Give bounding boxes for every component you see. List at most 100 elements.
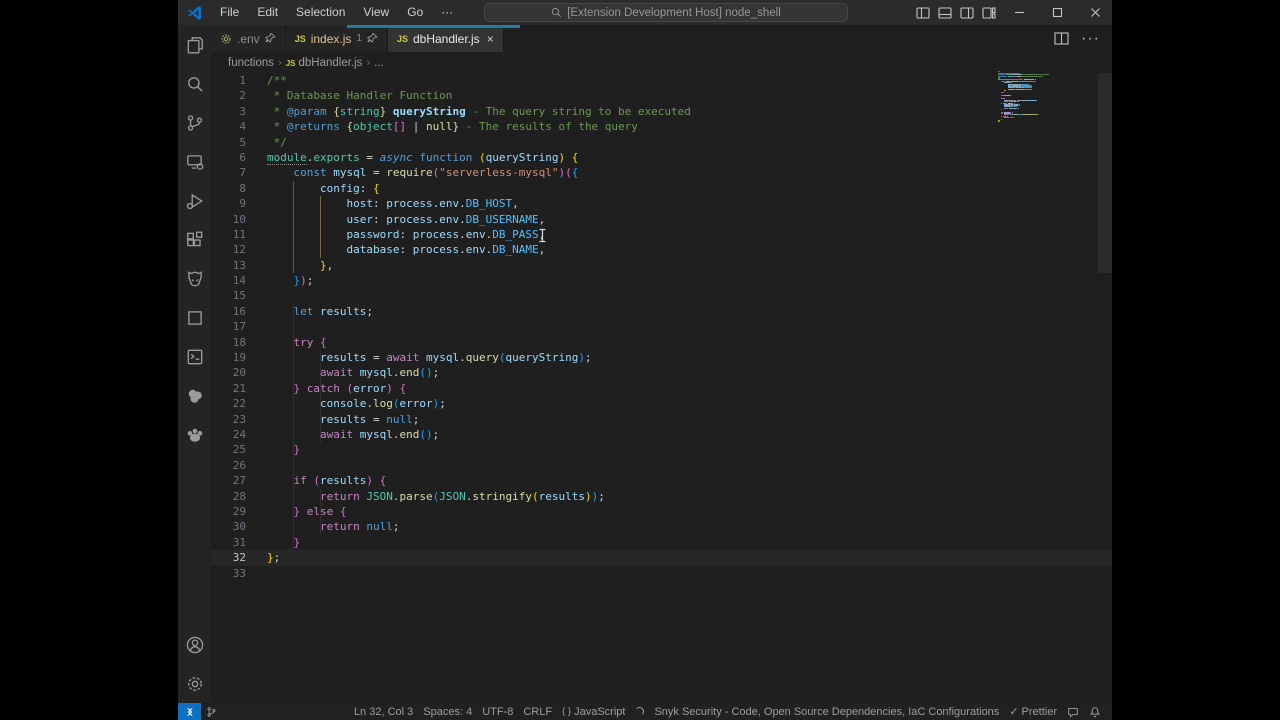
code-line[interactable]: 25 } (211, 442, 1112, 457)
toggle-panel-icon[interactable] (934, 0, 956, 25)
status-notifications[interactable] (1084, 706, 1106, 718)
close-window-button[interactable] (1084, 0, 1106, 25)
sidebar-item-terminal-extension[interactable] (178, 337, 211, 376)
code-line[interactable]: 33 (211, 566, 1112, 581)
menu-item-go[interactable]: Go (398, 0, 432, 25)
code-line[interactable]: 16 let results; (211, 304, 1112, 319)
menu-item-edit[interactable]: Edit (248, 0, 287, 25)
customize-layout-icon[interactable] (978, 0, 1000, 25)
line-number: 19 (211, 350, 246, 365)
status-spinner[interactable] (630, 707, 649, 716)
code-line[interactable]: 5 */ (211, 135, 1112, 150)
code-line[interactable]: 31 } (211, 535, 1112, 550)
line-text: * Database Handler Function (267, 88, 452, 103)
tab-env[interactable]: .env (211, 25, 286, 52)
code-line[interactable]: 14 }); (211, 273, 1112, 288)
minimap[interactable] (998, 71, 1076, 124)
menu-item-[interactable]: ··· (432, 0, 462, 25)
minimize-button[interactable] (1008, 0, 1030, 25)
close-tab-icon[interactable]: × (487, 32, 494, 46)
code-line[interactable]: 18 try { (211, 335, 1112, 350)
sidebar-item-search[interactable] (178, 64, 211, 103)
code-line[interactable]: 30 return null; (211, 519, 1112, 534)
code-editor[interactable]: 1/**2 * Database Handler Function3 * @pa… (211, 73, 1112, 703)
menu-item-selection[interactable]: Selection (287, 0, 354, 25)
sidebar-item-extension-box[interactable] (178, 298, 211, 337)
breadcrumb-item[interactable]: JSdbHandler.js (286, 57, 363, 69)
code-line[interactable]: 12 database: process.env.DB_NAME, (211, 242, 1112, 257)
code-line[interactable]: 2 * Database Handler Function (211, 88, 1112, 103)
code-line[interactable]: 8 config: { (211, 181, 1112, 196)
code-line[interactable]: 21 } catch (error) { (211, 381, 1112, 396)
line-number: 27 (211, 473, 246, 488)
sidebar-item-run-and-debug[interactable] (178, 181, 211, 220)
accounts-button[interactable] (178, 625, 211, 664)
sidebar-item-remote-explorer[interactable] (178, 142, 211, 181)
line-number: 15 (211, 288, 246, 303)
code-line[interactable]: 6module.exports = async function (queryS… (211, 150, 1112, 165)
toggle-secondary-sidebar-icon[interactable] (956, 0, 978, 25)
sidebar-item-extensions[interactable] (178, 220, 211, 259)
code-line[interactable]: 7 const mysql = require("serverless-mysq… (211, 165, 1112, 180)
line-number: 24 (211, 427, 246, 442)
square-icon (185, 308, 205, 328)
code-line[interactable]: 26 (211, 458, 1112, 473)
remote-indicator-button[interactable] (178, 703, 201, 720)
code-line[interactable]: 28 return JSON.parse(JSON.stringify(resu… (211, 489, 1112, 504)
split-editor-icon[interactable] (1054, 32, 1069, 45)
tab-label: dbHandler.js (413, 32, 480, 46)
toggle-primary-sidebar-icon[interactable] (912, 0, 934, 25)
code-line[interactable]: 9 host: process.env.DB_HOST, (211, 196, 1112, 211)
code-line[interactable]: 20 await mysql.end(); (211, 365, 1112, 380)
code-line[interactable]: 10 user: process.env.DB_USERNAME, (211, 212, 1112, 227)
snyk-dog-icon (185, 269, 205, 289)
javascript-file-icon: JS (397, 34, 408, 44)
status-encoding[interactable]: UTF-8 (477, 706, 518, 718)
tab-index-js[interactable]: JSindex.js1 (286, 25, 388, 52)
command-center-search[interactable]: [Extension Development Host] node_shell (484, 3, 848, 22)
settings-button[interactable] (178, 664, 211, 703)
breadcrumb: functions›JSdbHandler.js›... (211, 52, 1112, 73)
menu-item-view[interactable]: View (354, 0, 398, 25)
code-line[interactable]: 22 console.log(error); (211, 396, 1112, 411)
status-language-mode[interactable]: { }JavaScript (557, 706, 630, 718)
code-line[interactable]: 15 (211, 288, 1112, 303)
pin-icon[interactable] (367, 33, 378, 44)
maximize-button[interactable] (1046, 0, 1068, 25)
activity-bar (178, 25, 211, 703)
line-number: 18 (211, 335, 246, 350)
line-text: config: { (267, 181, 380, 196)
git-branch-status[interactable] (201, 706, 222, 718)
code-line[interactable]: 13 }, (211, 258, 1112, 273)
tab-dbhandler-js[interactable]: JS dbHandler.js × (388, 25, 504, 52)
code-line[interactable]: 4 * @returns {object[] | null} - The res… (211, 119, 1112, 134)
code-line[interactable]: 24 await mysql.end(); (211, 427, 1112, 442)
javascript-file-icon: JS (295, 34, 306, 44)
sidebar-item-source-control[interactable] (178, 103, 211, 142)
more-actions-icon[interactable]: ··· (1081, 30, 1100, 48)
code-line[interactable]: 19 results = await mysql.query(queryStri… (211, 350, 1112, 365)
sidebar-item-paw-extension[interactable] (178, 415, 211, 454)
code-line[interactable]: 27 if (results) { (211, 473, 1112, 488)
pin-icon[interactable] (265, 33, 276, 44)
code-line[interactable]: 3 * @param {string} queryString - The qu… (211, 104, 1112, 119)
code-line[interactable]: 1/** (211, 73, 1112, 88)
code-line[interactable]: 29 } else { (211, 504, 1112, 519)
status-indentation[interactable]: Spaces: 4 (418, 706, 477, 718)
sidebar-item-explorer[interactable] (178, 25, 211, 64)
status-feedback[interactable] (1062, 706, 1084, 718)
sidebar-item-snyk-security[interactable] (178, 259, 211, 298)
status-cursor-position[interactable]: Ln 32, Col 3 (349, 706, 418, 718)
code-line[interactable]: 17 (211, 319, 1112, 334)
breadcrumb-item[interactable]: functions (228, 57, 274, 69)
code-line[interactable]: 23 results = null; (211, 412, 1112, 427)
status-eol[interactable]: CRLF (518, 706, 557, 718)
code-line[interactable]: 11 password: process.env.DB_PASS, (211, 227, 1112, 242)
status-prettier[interactable]: ✓Prettier (1004, 705, 1062, 718)
breadcrumb-item[interactable]: ... (374, 57, 384, 69)
status-snyk-status[interactable]: Snyk Security - Code, Open Source Depend… (649, 706, 1004, 718)
vertical-scrollbar[interactable] (1098, 73, 1112, 273)
menu-item-file[interactable]: File (211, 0, 248, 25)
code-line[interactable]: 32}; (211, 550, 1112, 565)
sidebar-item-circles-extension[interactable] (178, 376, 211, 415)
